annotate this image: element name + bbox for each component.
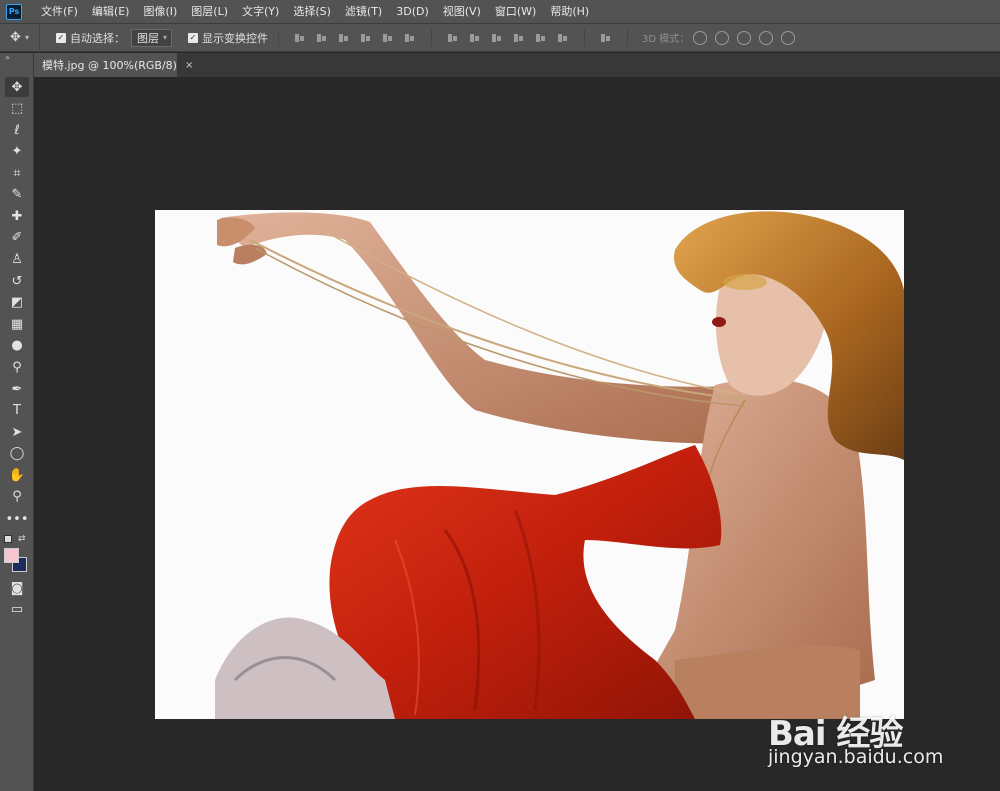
show-transform-checkbox[interactable]: ✓ (188, 32, 199, 43)
3d-slide-icon[interactable] (759, 30, 774, 45)
divider (584, 28, 586, 47)
collapse-panel-icon[interactable]: » (5, 53, 10, 62)
divider (627, 28, 629, 47)
menu-view[interactable]: 视图(V) (436, 0, 488, 24)
move-tool-icon[interactable]: ✥ (5, 77, 29, 97)
hand-tool-icon[interactable]: ✋ (5, 465, 29, 485)
menu-file[interactable]: 文件(F) (34, 0, 85, 24)
eyedropper-tool-icon[interactable]: ✎ (5, 184, 29, 204)
blur-tool-icon[interactable]: ● (5, 335, 29, 355)
chevron-down-icon: ▾ (24, 33, 29, 42)
menu-edit[interactable]: 编辑(E) (85, 0, 137, 24)
menu-bar: Ps 文件(F) 编辑(E) 图像(I) 图层(L) 文字(Y) 选择(S) 滤… (0, 0, 1000, 24)
distribute-vertical-center-icon[interactable] (468, 31, 482, 45)
divider (278, 28, 280, 47)
menu-filter[interactable]: 滤镜(T) (338, 0, 389, 24)
dodge-tool-icon[interactable]: ⚲ (5, 357, 29, 377)
history-brush-tool-icon[interactable]: ↺ (5, 271, 29, 291)
auto-select-label: 自动选择： (70, 31, 125, 45)
magic-wand-tool-icon[interactable]: ✦ (5, 141, 29, 161)
3d-orbit-icon[interactable] (693, 30, 708, 45)
3d-drag-icon[interactable] (737, 30, 752, 45)
clone-stamp-tool-icon[interactable]: ♙ (5, 249, 29, 269)
menu-type[interactable]: 文字(Y) (235, 0, 286, 24)
move-tool-icon: ✥ (10, 30, 21, 45)
distribute-right-icon[interactable] (556, 31, 570, 45)
align-vertical-center-icon[interactable] (315, 31, 329, 45)
document-tab-title: 模特.jpg @ 100%(RGB/8) (42, 59, 177, 72)
auto-select-target-dropdown[interactable]: 图层 ▾ (131, 28, 173, 47)
gradient-tool-icon[interactable]: ▦ (5, 314, 29, 334)
lasso-tool-icon[interactable]: ℓ (5, 120, 29, 140)
default-colors-icon[interactable] (4, 535, 12, 543)
swap-colors-icon[interactable]: ⇄ (18, 534, 26, 544)
3d-mode-label: 3D 模式： (642, 34, 690, 45)
distribute-bottom-icon[interactable] (490, 31, 504, 45)
align-bottom-icon[interactable] (337, 31, 351, 45)
align-top-icon[interactable] (293, 31, 307, 45)
marquee-tool-icon[interactable]: ⬚ (5, 98, 29, 118)
eraser-tool-icon[interactable]: ◩ (5, 292, 29, 312)
dropdown-value: 图层 (137, 31, 159, 45)
document-tabs: 模特.jpg @ 100%(RGB/8) × (34, 53, 1000, 77)
document-tab[interactable]: 模特.jpg @ 100%(RGB/8) × (34, 53, 193, 77)
tools-panel: » ✥ ⬚ ℓ ✦ ⌗ ✎ ✚ ✐ ♙ ↺ ◩ ▦ ● ⚲ ✒ T ➤ ◯ ✋ … (0, 53, 34, 791)
brush-tool-icon[interactable]: ✐ (5, 227, 29, 247)
show-transform-option: ✓ 显示变换控件 (188, 30, 268, 46)
menu-help[interactable]: 帮助(H) (543, 0, 596, 24)
type-tool-icon[interactable]: T (5, 400, 29, 420)
divider (431, 28, 433, 47)
menu-image[interactable]: 图像(I) (136, 0, 184, 24)
align-right-icon[interactable] (403, 31, 417, 45)
3d-roll-icon[interactable] (715, 30, 730, 45)
baidu-jingyan-watermark: Bai 经验 jingyan.baidu.com (768, 684, 1000, 784)
menu-select[interactable]: 选择(S) (286, 0, 338, 24)
watermark-url: jingyan.baidu.com (768, 746, 944, 768)
distribute-top-icon[interactable] (446, 31, 460, 45)
align-left-icon[interactable] (359, 31, 373, 45)
foreground-color-swatch[interactable] (4, 548, 19, 563)
distribute-horizontal-center-icon[interactable] (534, 31, 548, 45)
menu-window[interactable]: 窗口(W) (488, 0, 543, 24)
align-horizontal-center-icon[interactable] (381, 31, 395, 45)
3d-scale-icon[interactable] (781, 30, 796, 45)
show-transform-label: 显示变换控件 (202, 31, 269, 45)
crop-tool-icon[interactable]: ⌗ (5, 163, 29, 183)
chevron-down-icon: ▾ (163, 33, 168, 42)
more-tools-icon[interactable]: ••• (5, 509, 29, 529)
auto-select-option: ✓ 自动选择： (56, 30, 125, 46)
distribute-left-icon[interactable] (512, 31, 526, 45)
close-icon[interactable]: × (185, 60, 193, 71)
zoom-tool-icon[interactable]: ⚲ (5, 486, 29, 506)
auto-select-checkbox[interactable]: ✓ (56, 32, 66, 43)
tool-preset-picker[interactable]: ✥ ▾ (0, 23, 40, 52)
photoshop-window: Ps 文件(F) 编辑(E) 图像(I) 图层(L) 文字(Y) 选择(S) 滤… (0, 0, 1000, 791)
screen-mode-icon[interactable]: ▭ (5, 599, 29, 619)
healing-brush-tool-icon[interactable]: ✚ (5, 206, 29, 226)
fashion-photo-image (155, 210, 904, 719)
options-bar: ✥ ▾ ✓ 自动选择： 图层 ▾ ✓ 显示变换控件 3D 模式： (0, 23, 1000, 52)
auto-align-layers-icon[interactable] (599, 31, 613, 45)
ellipse-tool-icon[interactable]: ◯ (5, 443, 29, 463)
path-selection-tool-icon[interactable]: ➤ (5, 422, 29, 442)
document-canvas[interactable] (155, 210, 904, 719)
menu-layer[interactable]: 图层(L) (184, 0, 235, 24)
menu-3d[interactable]: 3D(D) (389, 0, 436, 24)
quick-mask-icon[interactable]: ◙ (5, 578, 29, 598)
photoshop-logo-icon: Ps (6, 3, 22, 20)
pen-tool-icon[interactable]: ✒ (5, 379, 29, 399)
